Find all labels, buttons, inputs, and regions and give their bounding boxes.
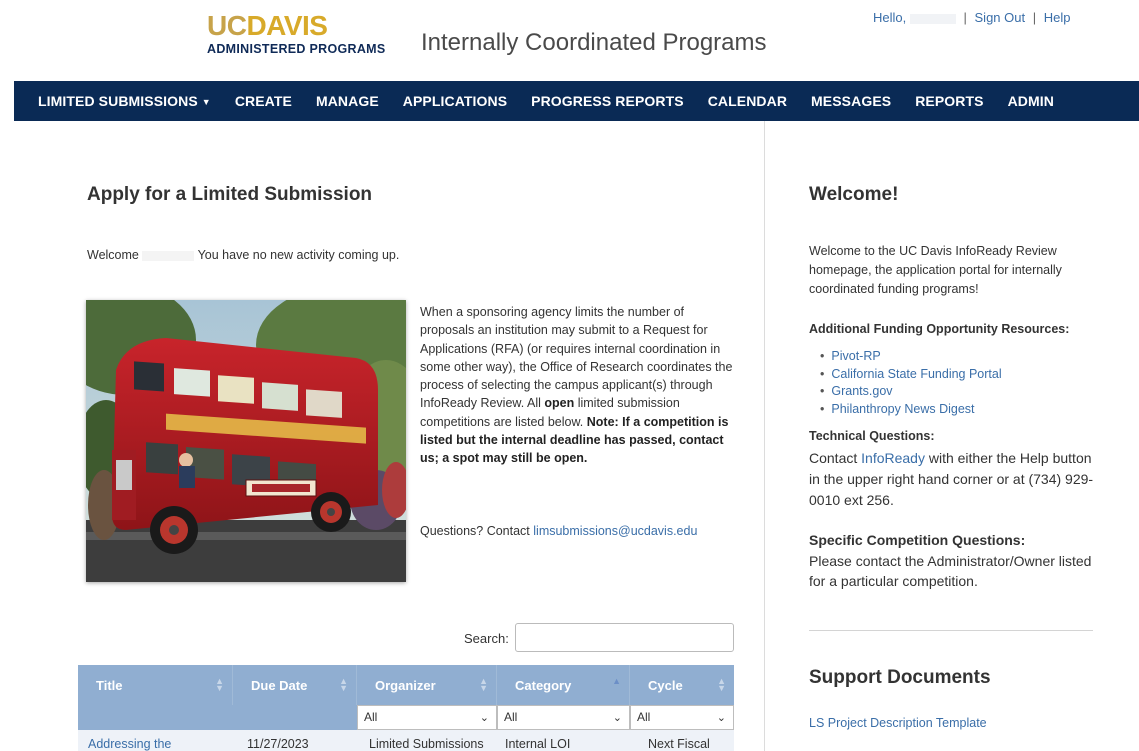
- chevron-down-icon: ⌄: [716, 712, 726, 724]
- double-decker-bus-photo: [86, 300, 406, 582]
- sort-asc-icon: ▲: [612, 676, 621, 686]
- table-row: Addressing the 11/27/2023 Limited Submis…: [78, 730, 734, 751]
- logo-uc-text: UC: [207, 10, 247, 41]
- table-header: Title ▲ ▼ Due Date ▲ ▼ Organizer ▲ ▼ Category ▲…: [78, 665, 734, 705]
- due-date-cell: 11/27/2023: [247, 737, 309, 751]
- category-cell: Internal LOI: [505, 737, 571, 751]
- welcome-line: Welcome You have no new activity coming …: [87, 248, 400, 262]
- organizer-cell: Limited Submissions: [369, 737, 484, 751]
- ls-project-template-link[interactable]: LS Project Description Template: [809, 716, 987, 730]
- cycle-cell: Next Fiscal: [648, 737, 710, 751]
- welcome-heading: Welcome!: [809, 184, 899, 205]
- site-title: Internally Coordinated Programs: [421, 29, 767, 56]
- cycle-filter[interactable]: All ⌄: [630, 705, 734, 730]
- sort-icon: ▲ ▼: [717, 676, 726, 693]
- nav-create[interactable]: CREATE: [223, 93, 304, 109]
- page-title: Apply for a Limited Submission: [87, 184, 373, 205]
- column-header-title[interactable]: Title ▲ ▼: [78, 665, 233, 705]
- resource-link-philanthropy-news[interactable]: Philanthropy News Digest: [820, 401, 1002, 419]
- limsubmissions-email-link[interactable]: limsubmissions@ucdavis.edu: [533, 524, 697, 538]
- main-nav: LIMITED SUBMISSIONS ▼ CREATE MANAGE APPLI…: [14, 81, 1139, 121]
- user-name-redacted: [909, 13, 956, 24]
- ucdavis-logo[interactable]: UCDAVIS ADMINISTERED PROGRAMS: [207, 10, 386, 57]
- nav-manage[interactable]: MANAGE: [304, 93, 391, 109]
- filter-row: All ⌄ All ⌄ All ⌄: [78, 705, 734, 730]
- sort-icon: ▲ ▼: [479, 676, 488, 693]
- search-label: Search:: [464, 631, 509, 646]
- help-link[interactable]: Help: [1044, 10, 1071, 25]
- resources-list: Pivot-RP California State Funding Portal…: [820, 348, 1002, 419]
- logo-davis-text: DAVIS: [246, 10, 328, 41]
- user-name-redacted: [142, 250, 195, 261]
- resources-title: Additional Funding Opportunity Resources…: [809, 322, 1070, 336]
- site-header: UCDAVIS ADMINISTERED PROGRAMS Internally…: [0, 0, 1139, 80]
- intro-paragraph: When a sponsoring agency limits the numb…: [420, 305, 733, 466]
- competition-questions-text: Please contact the Administrator/Owner l…: [809, 553, 1092, 589]
- technical-questions-text: Contact InfoReady with either the Help b…: [809, 450, 1094, 508]
- chevron-down-icon: ⌄: [479, 712, 489, 724]
- resource-link-grants-gov[interactable]: Grants.gov: [820, 383, 1002, 401]
- column-header-category[interactable]: Category ▲: [497, 665, 630, 705]
- resource-link-pivot-rp[interactable]: Pivot-RP: [820, 348, 1002, 366]
- nav-reports[interactable]: REPORTS: [903, 93, 995, 109]
- resource-link-ca-funding-portal[interactable]: California State Funding Portal: [820, 366, 1001, 384]
- sign-out-link[interactable]: Sign Out: [975, 10, 1026, 25]
- technical-questions-title: Technical Questions:: [809, 429, 935, 443]
- user-links: Hello, | Sign Out | Help: [873, 10, 1071, 25]
- hello-text: Hello,: [873, 10, 907, 25]
- sort-icon: ▲ ▼: [215, 676, 224, 693]
- column-header-due-date[interactable]: Due Date ▲ ▼: [233, 665, 357, 705]
- nav-limited-submissions[interactable]: LIMITED SUBMISSIONS ▼: [14, 93, 223, 109]
- nav-admin[interactable]: ADMIN: [996, 93, 1066, 109]
- category-filter[interactable]: All ⌄: [497, 705, 630, 730]
- chevron-down-icon: ⌄: [612, 712, 622, 724]
- competition-questions-title: Specific Competition Questions:: [809, 532, 1026, 548]
- column-header-cycle[interactable]: Cycle ▲ ▼: [630, 665, 734, 705]
- search-input[interactable]: [515, 623, 734, 652]
- sidebar-divider: [809, 630, 1093, 631]
- nav-progress-reports[interactable]: PROGRESS REPORTS: [519, 93, 696, 109]
- competitions-table: Title ▲ ▼ Due Date ▲ ▼ Organizer ▲ ▼ Category ▲…: [78, 665, 734, 751]
- caret-down-icon: ▼: [201, 97, 211, 108]
- welcome-paragraph: Welcome to the UC Davis InfoReady Review…: [809, 244, 1062, 296]
- organizer-filter[interactable]: All ⌄: [357, 705, 497, 730]
- support-documents-heading: Support Documents: [809, 667, 991, 688]
- sort-icon: ▲ ▼: [339, 676, 348, 693]
- column-divider: [764, 121, 765, 751]
- nav-applications[interactable]: APPLICATIONS: [391, 93, 519, 109]
- infoready-link[interactable]: InfoReady: [861, 450, 925, 466]
- logo-subtitle: ADMINISTERED PROGRAMS: [207, 42, 386, 56]
- column-header-organizer[interactable]: Organizer ▲ ▼: [357, 665, 497, 705]
- questions-line: Questions? Contact limsubmissions@ucdavi…: [420, 524, 698, 538]
- nav-calendar[interactable]: CALENDAR: [696, 93, 799, 109]
- nav-messages[interactable]: MESSAGES: [799, 93, 903, 109]
- competition-title-link[interactable]: Addressing the: [78, 730, 233, 751]
